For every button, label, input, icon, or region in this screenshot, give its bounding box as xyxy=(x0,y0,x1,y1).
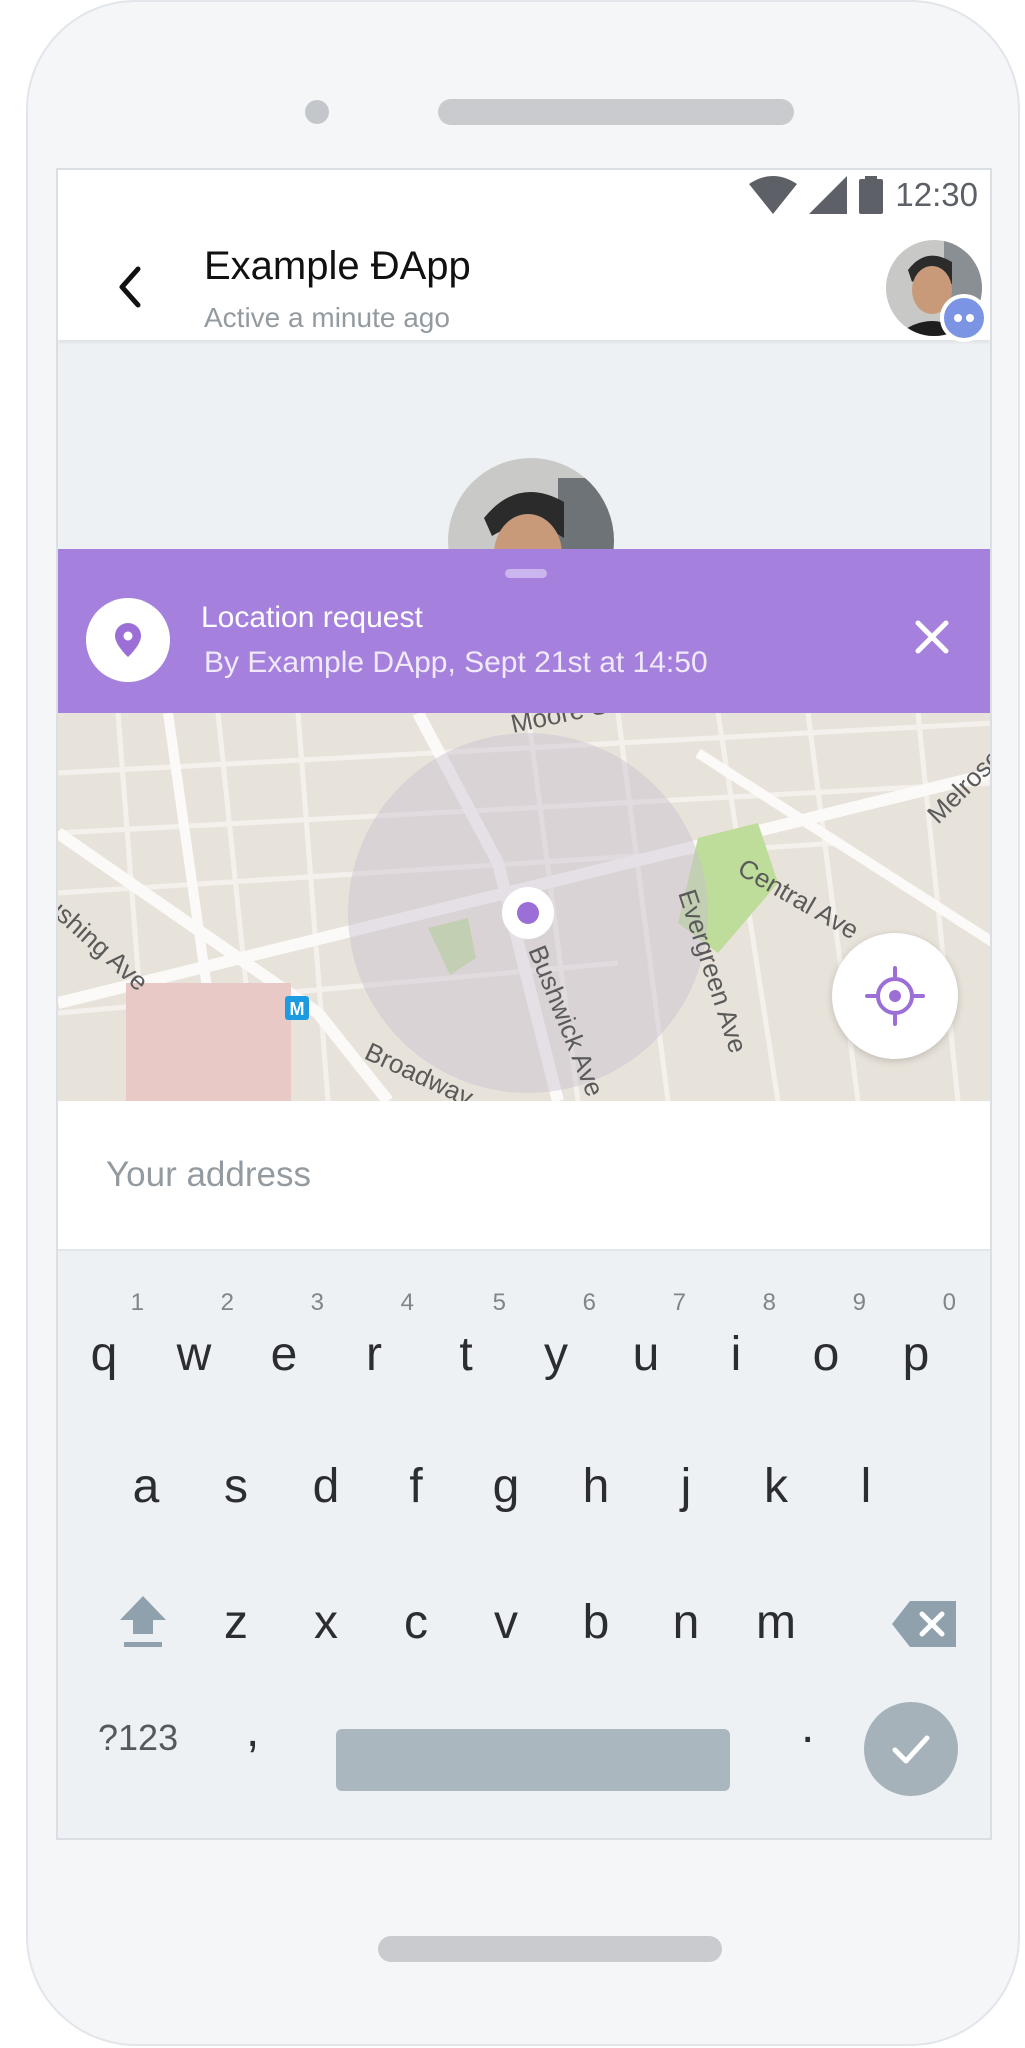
home-indicator xyxy=(378,1936,722,1962)
status-time: 12:30 xyxy=(895,176,978,213)
location-pin-badge xyxy=(86,598,170,682)
key-o[interactable]: o9 xyxy=(786,1291,866,1405)
chat-header: Example ĐApp Active a minute ago xyxy=(58,220,990,342)
key-a[interactable]: a xyxy=(106,1437,186,1537)
period-key[interactable]: . xyxy=(801,1699,814,1754)
key-n[interactable]: n xyxy=(646,1573,726,1673)
key-g[interactable]: g xyxy=(466,1437,546,1537)
done-button[interactable] xyxy=(864,1702,958,1796)
address-field-container xyxy=(58,1101,990,1251)
key-number-hint: 7 xyxy=(672,1289,686,1316)
key-letter: p xyxy=(902,1328,930,1381)
key-letter: o xyxy=(812,1328,840,1381)
wifi-icon xyxy=(749,176,798,214)
key-y[interactable]: y6 xyxy=(516,1291,596,1405)
chat-subtitle: Active a minute ago xyxy=(204,302,450,333)
key-t[interactable]: t5 xyxy=(426,1291,506,1405)
key-f[interactable]: f xyxy=(376,1437,456,1537)
key-number-hint: 2 xyxy=(220,1289,234,1316)
shift-icon[interactable] xyxy=(118,1594,168,1650)
location-pin-icon xyxy=(115,623,141,657)
key-letter: u xyxy=(632,1328,660,1381)
key-number-hint: 9 xyxy=(852,1289,866,1316)
checkmark-icon xyxy=(892,1735,930,1764)
screen: 12:30 Example ĐApp Active a minute ago L… xyxy=(56,168,992,1840)
key-u[interactable]: u7 xyxy=(606,1291,686,1405)
front-camera xyxy=(305,100,329,124)
key-h[interactable]: h xyxy=(556,1437,636,1537)
chat-title: Example ĐApp xyxy=(204,244,471,288)
key-p[interactable]: p0 xyxy=(876,1291,956,1405)
key-number-hint: 5 xyxy=(492,1289,506,1316)
key-number-hint: 1 xyxy=(130,1289,144,1316)
transit-station-label: M xyxy=(290,999,305,1019)
key-e[interactable]: e3 xyxy=(244,1291,324,1405)
key-l[interactable]: l xyxy=(826,1437,906,1537)
key-i[interactable]: i8 xyxy=(696,1291,776,1405)
key-b[interactable]: b xyxy=(556,1573,636,1673)
space-bar[interactable] xyxy=(336,1729,730,1791)
back-arrow-icon[interactable] xyxy=(114,265,144,309)
key-number-hint: 4 xyxy=(400,1289,414,1316)
crosshair-icon xyxy=(865,966,925,1026)
header-avatar[interactable] xyxy=(886,240,988,342)
key-s[interactable]: s xyxy=(196,1437,276,1537)
earpiece-speaker xyxy=(438,99,794,125)
dapp-badge-icon xyxy=(940,294,988,342)
soft-keyboard: ?123 , . q1w2e3r4t5y6u7i8o9p0asdfghjklzx… xyxy=(58,1251,990,1838)
key-letter: w xyxy=(176,1328,212,1381)
key-number-hint: 8 xyxy=(762,1289,776,1316)
key-w[interactable]: w2 xyxy=(154,1291,234,1405)
street-map: M Moore St Central Ave Melrose St Evergr… xyxy=(58,713,990,1101)
key-q[interactable]: q1 xyxy=(64,1291,144,1405)
key-j[interactable]: j xyxy=(646,1437,726,1537)
key-number-hint: 3 xyxy=(310,1289,324,1316)
key-d[interactable]: d xyxy=(286,1437,366,1537)
key-k[interactable]: k xyxy=(736,1437,816,1537)
locate-me-button[interactable] xyxy=(832,933,958,1059)
key-r[interactable]: r4 xyxy=(334,1291,414,1405)
location-request-subtitle: By Example DApp, Sept 21st at 14:50 xyxy=(204,646,708,679)
drag-handle[interactable] xyxy=(505,569,547,578)
location-request-title: Location request xyxy=(201,601,423,634)
status-bar: 12:30 xyxy=(58,170,990,220)
key-number-hint: 0 xyxy=(942,1289,956,1316)
key-c[interactable]: c xyxy=(376,1573,456,1673)
key-m[interactable]: m xyxy=(736,1573,816,1673)
address-input[interactable] xyxy=(104,1149,908,1201)
map-view[interactable]: M Moore St Central Ave Melrose St Evergr… xyxy=(58,713,990,1101)
key-v[interactable]: v xyxy=(466,1573,546,1673)
key-x[interactable]: x xyxy=(286,1573,366,1673)
symbols-key[interactable]: ?123 xyxy=(98,1717,178,1759)
key-letter: q xyxy=(90,1328,118,1381)
key-number-hint: 6 xyxy=(582,1289,596,1316)
key-letter: i xyxy=(730,1328,742,1381)
close-icon[interactable] xyxy=(910,615,954,659)
battery-icon xyxy=(859,176,884,214)
comma-key[interactable]: , xyxy=(246,1703,259,1758)
key-letter: r xyxy=(366,1328,382,1381)
key-z[interactable]: z xyxy=(196,1573,276,1673)
key-letter: y xyxy=(544,1328,568,1381)
key-letter: e xyxy=(270,1328,298,1381)
location-request-banner: Location request By Example DApp, Sept 2… xyxy=(58,549,990,713)
key-letter: t xyxy=(459,1328,473,1381)
cellular-signal-icon xyxy=(809,176,848,214)
backspace-icon[interactable] xyxy=(892,1601,956,1647)
